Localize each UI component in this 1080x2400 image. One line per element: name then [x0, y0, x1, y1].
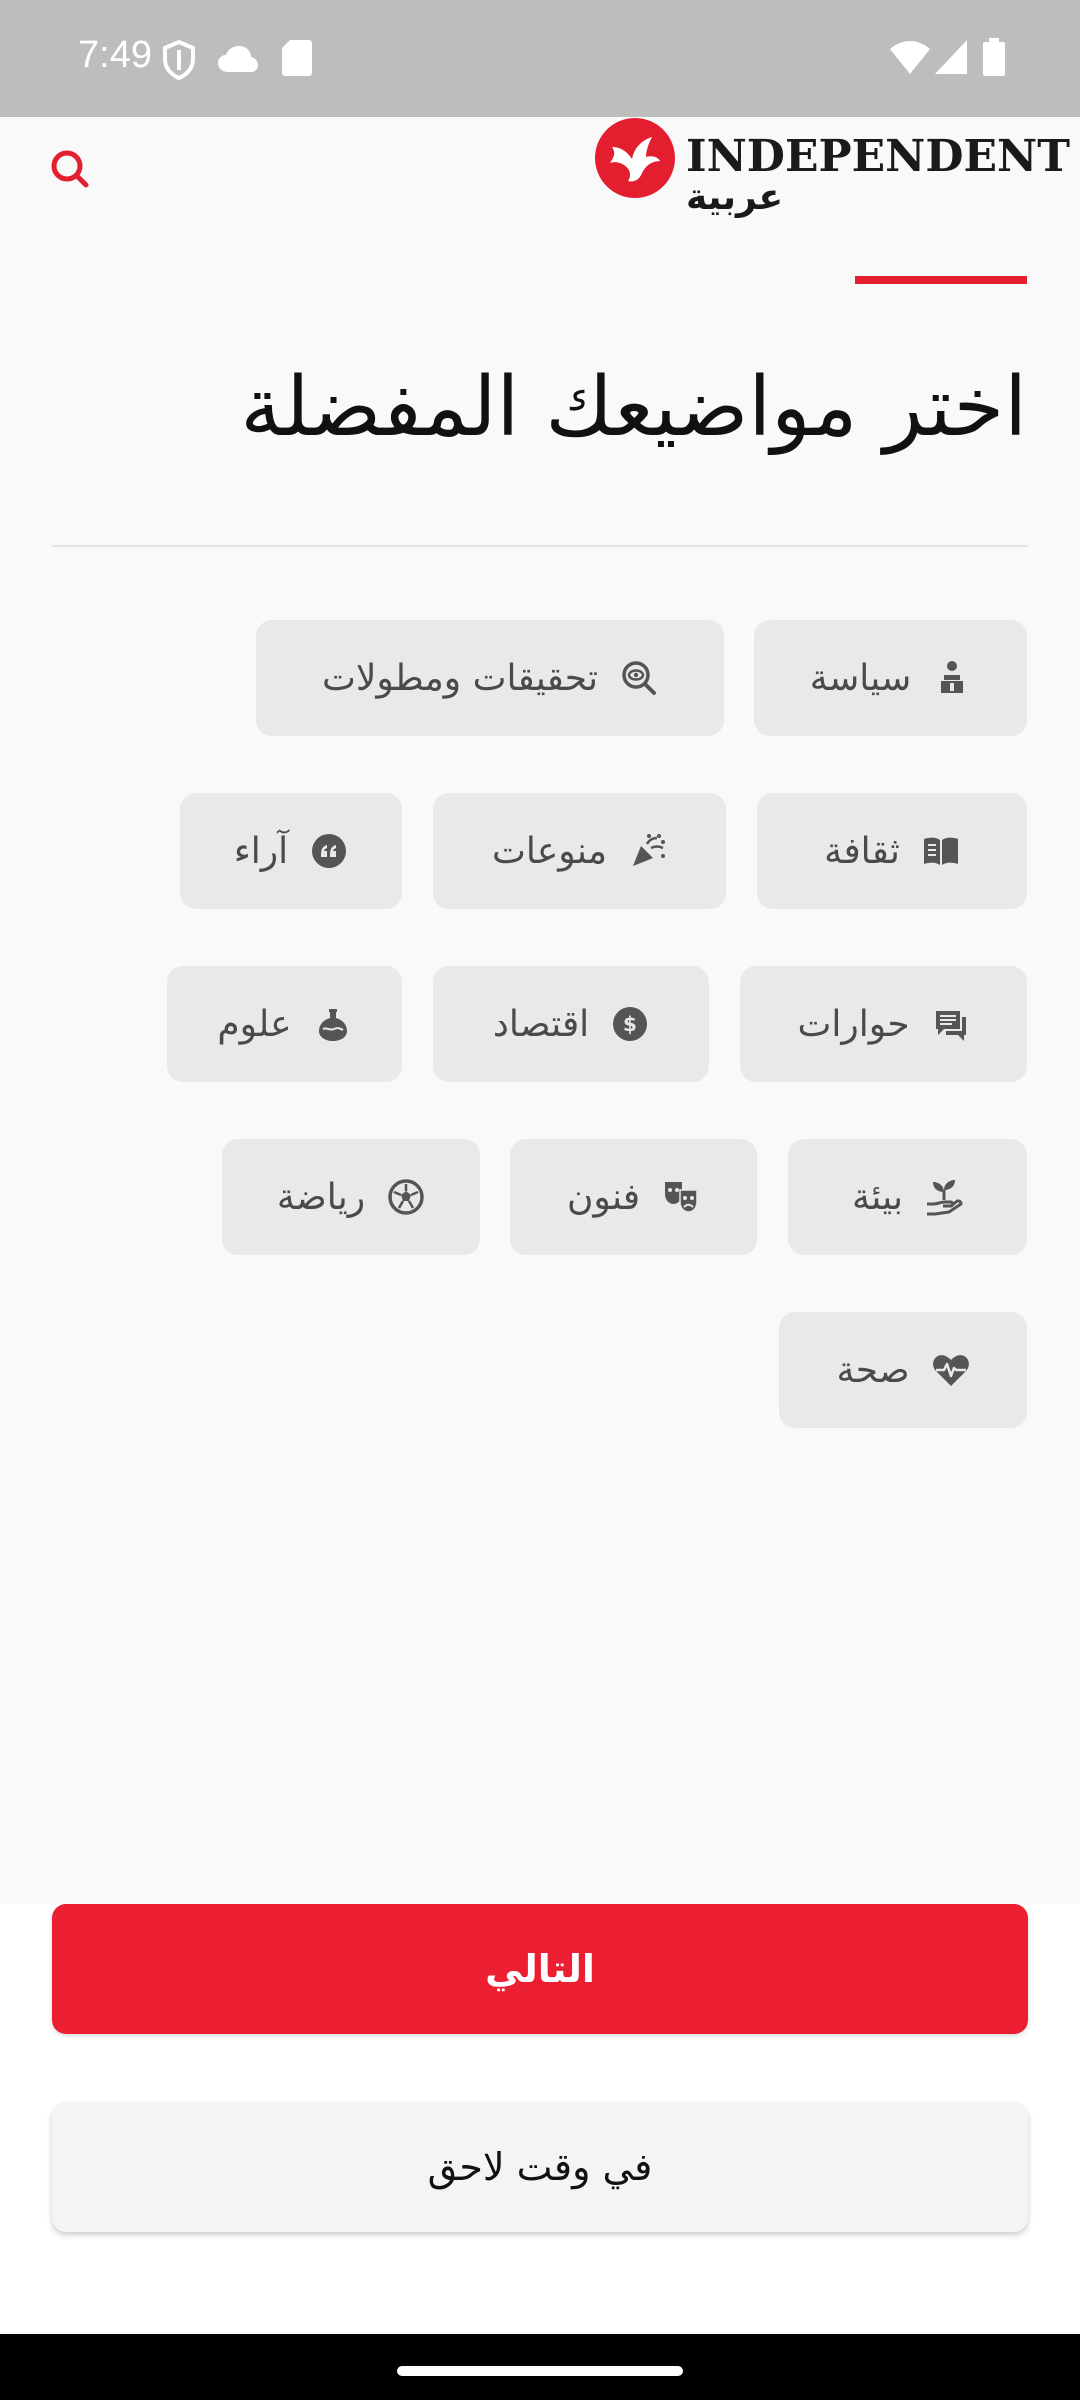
topic-label: بيئة: [851, 1176, 904, 1218]
search-eye-icon: [620, 659, 658, 697]
topic-chip-investigations[interactable]: تحقيقات ومطولات: [256, 620, 724, 736]
dollar-coin-icon: $: [611, 1005, 649, 1043]
topic-chip-opinions[interactable]: آراء: [180, 793, 402, 909]
topic-label: فنون: [566, 1176, 641, 1218]
shield-icon: [162, 39, 196, 84]
divider: [52, 545, 1028, 547]
wifi-icon: [890, 40, 930, 78]
topic-label: منوعات: [491, 830, 608, 872]
topic-label: رياضة: [276, 1176, 366, 1218]
page-title: اختر مواضيعك المفضلة: [240, 360, 1027, 455]
topic-chip-health[interactable]: صحة: [779, 1312, 1027, 1428]
title-accent-line: [855, 276, 1027, 284]
hand-plant-icon: [925, 1178, 963, 1216]
status-time: 7:49: [78, 34, 152, 76]
theater-masks-icon: [662, 1178, 700, 1216]
party-popper-icon: [629, 832, 667, 870]
topic-label: تحقيقات ومطولات: [321, 657, 599, 699]
flask-icon: [314, 1005, 352, 1043]
topic-label: حوارات: [797, 1003, 910, 1045]
next-button[interactable]: التالي: [52, 1904, 1028, 2034]
topic-chip-politics[interactable]: سياسة: [754, 620, 1027, 736]
search-icon[interactable]: [48, 147, 92, 191]
quote-icon: [310, 832, 348, 870]
soccer-ball-icon: [387, 1178, 425, 1216]
cloud-icon: [218, 46, 258, 76]
logo-wordmark: INDEPENDENT: [686, 131, 1070, 182]
topic-chip-economy[interactable]: $ اقتصاد: [433, 966, 709, 1082]
logo-arabic: عربية: [686, 177, 784, 218]
topic-chip-culture[interactable]: ثقافة: [757, 793, 1027, 909]
chat-bubbles-icon: [932, 1005, 970, 1043]
topic-chip-interviews[interactable]: حوارات: [740, 966, 1027, 1082]
podium-speaker-icon: [933, 659, 971, 697]
topic-chip-science[interactable]: علوم: [167, 966, 402, 1082]
independent-arabia-logo: INDEPENDENT عربية: [594, 117, 1070, 227]
heart-pulse-icon: [932, 1351, 970, 1389]
svg-text:$: $: [623, 1012, 637, 1036]
topic-chip-miscellaneous[interactable]: منوعات: [433, 793, 726, 909]
open-book-icon: [922, 832, 960, 870]
topic-label: ثقافة: [824, 830, 900, 872]
sd-card-icon: [282, 40, 312, 80]
signal-icon: [935, 40, 967, 78]
home-indicator[interactable]: [397, 2366, 683, 2376]
eagle-logo-icon: [595, 118, 675, 198]
topic-label: علوم: [217, 1003, 292, 1045]
topic-chip-sports[interactable]: رياضة: [222, 1139, 480, 1255]
topic-label: صحة: [836, 1349, 910, 1391]
topic-label: سياسة: [809, 657, 912, 699]
later-button[interactable]: في وقت لاحق: [52, 2102, 1028, 2232]
topic-label: اقتصاد: [492, 1003, 590, 1045]
topic-chip-arts[interactable]: فنون: [510, 1139, 757, 1255]
app-header: INDEPENDENT عربية: [0, 117, 1080, 237]
status-bar: 7:49: [0, 0, 1080, 117]
battery-icon: [983, 38, 1005, 80]
topic-chip-environment[interactable]: بيئة: [788, 1139, 1027, 1255]
topic-label: آراء: [233, 830, 289, 872]
